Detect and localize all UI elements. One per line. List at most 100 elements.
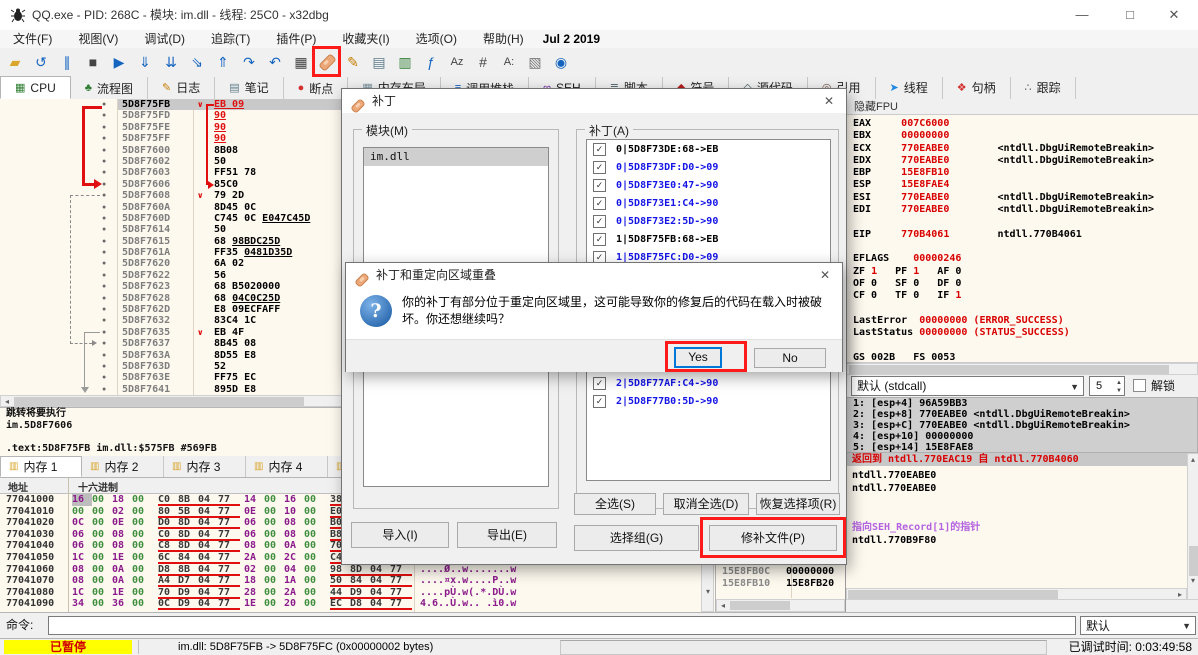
function-icon[interactable]: ƒ <box>419 50 443 74</box>
argument-row[interactable]: 2: [esp+8] 770EABE0 <ntdll.DbgUiRemoteBr… <box>847 409 1197 420</box>
close-button[interactable]: ✕ <box>1154 0 1194 30</box>
calling-convention-select[interactable]: 默认 (stdcall) ▼ <box>851 376 1084 396</box>
register-row[interactable]: OF 0 SF 0 DF 0 <box>846 278 1198 290</box>
patch-list-item[interactable]: ✓0|5D8F73DF:D0->09 <box>587 158 830 176</box>
breakpoint-dot[interactable]: ● <box>102 179 106 190</box>
breakpoint-dot[interactable]: ● <box>102 190 106 201</box>
register-row[interactable] <box>846 302 1198 314</box>
info-vscrollbar[interactable]: ▴ ▾ <box>1187 453 1198 600</box>
breakpoint-dot[interactable]: ● <box>102 202 106 213</box>
patch-checkbox[interactable]: ✓ <box>593 179 606 192</box>
menu-item-help[interactable]: 帮助(H) <box>470 30 537 48</box>
stack-row[interactable]: 15E8FB0C00000000 <box>722 566 842 578</box>
breakpoint-dot[interactable]: ● <box>102 384 106 395</box>
stack-row[interactable]: 15E8FB1015E8FB20 <box>722 578 842 590</box>
breakpoint-dot[interactable]: ● <box>102 213 106 224</box>
breakpoint-dot[interactable]: ● <box>102 167 106 178</box>
hash-icon[interactable]: # <box>471 50 495 74</box>
patch-list-item[interactable]: ✓0|5D8F73DE:68->EB <box>587 140 830 158</box>
run-to-user-code-icon[interactable]: ↷ <box>237 50 261 74</box>
register-row[interactable] <box>846 216 1198 228</box>
register-row[interactable]: EDI 770EABE0 <ntdll.DbgUiRemoteBreakin> <box>846 204 1198 216</box>
breakpoint-dot[interactable]: ● <box>102 327 106 338</box>
breakpoint-dot[interactable]: ● <box>102 315 106 326</box>
register-row[interactable] <box>846 241 1198 253</box>
restart-icon[interactable]: ↺ <box>29 50 53 74</box>
select-group-button[interactable]: 选择组(G) <box>574 525 699 551</box>
breakpoint-dot[interactable]: ● <box>102 236 106 247</box>
breakpoint-dot[interactable]: ● <box>102 110 106 121</box>
menu-item-view[interactable]: 视图(V) <box>65 30 131 48</box>
confirm-dialog-titlebar[interactable]: 补丁和重定向区域重叠 ✕ <box>346 263 842 287</box>
command-profile-select[interactable]: 默认 ▼ <box>1080 616 1196 635</box>
register-row[interactable]: ESI 770EABE0 <ntdll.DbgUiRemoteBreakin> <box>846 192 1198 204</box>
menu-item-debug[interactable]: 调试(D) <box>131 30 198 48</box>
breakpoint-dot[interactable]: ● <box>102 258 106 269</box>
menu-item-trace[interactable]: 追踪(T) <box>198 30 263 48</box>
module-list-item[interactable]: im.dll <box>364 148 548 166</box>
register-row[interactable]: EDX 770EABE0 <ntdll.DbgUiRemoteBreakin> <box>846 155 1198 167</box>
breakpoint-dot[interactable]: ● <box>102 372 106 383</box>
tab-threads[interactable]: ➤线程 <box>876 77 943 99</box>
breakpoint-dot[interactable]: ● <box>102 122 106 133</box>
minimize-button[interactable]: — <box>1062 0 1102 30</box>
tab-graph[interactable]: ♣流程图 <box>71 77 148 99</box>
patch-list-item[interactable]: ✓0|5D8F73E0:47->90 <box>587 176 830 194</box>
export-button[interactable]: 导出(E) <box>457 522 557 548</box>
hide-fpu-button[interactable]: 隐藏FPU <box>846 99 1198 115</box>
patch-list-item[interactable]: ✓2|5D8F77B0:5D->90 <box>587 392 830 410</box>
tab-trace[interactable]: ∴跟踪 <box>1011 77 1076 99</box>
binary-save-icon[interactable]: ▥ <box>393 50 417 74</box>
return-to-line[interactable]: 返回到 ntdll.770EAC19 自 ntdll.770B4060 <box>846 453 1187 466</box>
register-row[interactable]: EIP 770B4061 ntdll.770B4061 <box>846 229 1198 241</box>
tab-handles[interactable]: ❖句柄 <box>943 77 1011 99</box>
argument-row[interactable]: 1: [esp+4] 96A59BB3 <box>847 398 1197 409</box>
execute-till-return-icon[interactable]: ⇑ <box>211 50 235 74</box>
menu-item-options[interactable]: 选项(O) <box>403 30 470 48</box>
breakpoint-dot[interactable]: ● <box>102 270 106 281</box>
patch-list-item[interactable]: ✓2|5D8F77AF:C4->90 <box>587 374 830 392</box>
registers-hscrollbar[interactable] <box>846 363 1198 375</box>
az-sort-icon[interactable]: Az <box>445 50 469 74</box>
breakpoint-dot[interactable]: ● <box>102 224 106 235</box>
stack-hscrollbar[interactable]: ◂ <box>716 599 845 612</box>
patch-checkbox[interactable]: ✓ <box>593 395 606 408</box>
stop-icon[interactable]: ■ <box>81 50 105 74</box>
close-icon[interactable]: ✕ <box>808 263 842 287</box>
memory-tab-3[interactable]: ▥内存 3 <box>164 456 246 477</box>
argument-row[interactable]: 3: [esp+C] 770EABE0 <ntdll.DbgUiRemoteBr… <box>847 420 1197 431</box>
font-icon[interactable]: A: <box>497 50 521 74</box>
patch-dialog-titlebar[interactable]: 补丁 ✕ <box>342 89 846 113</box>
tab-notes[interactable]: ▤笔记 <box>215 77 283 99</box>
import-button[interactable]: 导入(I) <box>351 522 449 548</box>
registers-view[interactable]: EAX 007C6000EBX 00000000ECX 770EABE0 <nt… <box>846 115 1198 363</box>
pause-icon[interactable]: ∥ <box>55 50 79 74</box>
tab-log[interactable]: ✎日志 <box>148 77 215 99</box>
register-row[interactable]: ZF 1 PF 1 AF 0 <box>846 266 1198 278</box>
deselect-all-button[interactable]: 取消全选(D) <box>663 493 749 515</box>
register-row[interactable]: EFLAGS 00000246 <box>846 253 1198 265</box>
memory-tab-1[interactable]: ▥内存 1 <box>0 456 82 477</box>
patch-checkbox[interactable]: ✓ <box>593 215 606 228</box>
no-button[interactable]: No <box>754 348 826 368</box>
patch-checkbox[interactable]: ✓ <box>593 377 606 390</box>
tab-cpu[interactable]: ▦CPU <box>0 76 71 99</box>
breakpoint-dot[interactable]: ● <box>102 247 106 258</box>
memory-tab-2[interactable]: ▥内存 2 <box>82 456 164 477</box>
patch-checkbox[interactable]: ✓ <box>593 161 606 174</box>
patch-checkbox[interactable]: ✓ <box>593 197 606 210</box>
patch-list-item[interactable]: ✓1|5D8F75FB:68->EB <box>587 230 830 248</box>
restore-selection-button[interactable]: 恢复选择项(R) <box>756 493 840 515</box>
memory-tab-4[interactable]: ▥内存 4 <box>246 456 328 477</box>
label-icon[interactable]: ▤ <box>367 50 391 74</box>
step-into-icon[interactable]: ⇓ <box>133 50 157 74</box>
comment-icon[interactable]: ✎ <box>341 50 365 74</box>
patch-list-item[interactable]: ✓0|5D8F73E1:C4->90 <box>587 194 830 212</box>
breakpoint-dot[interactable]: ● <box>102 133 106 144</box>
step-over-icon[interactable]: ⇘ <box>185 50 209 74</box>
dump-row[interactable]: 7704107008000A00A4D7047718001A0050840477… <box>0 575 727 587</box>
breakpoint-dot[interactable]: ● <box>102 145 106 156</box>
register-row[interactable]: ECX 770EABE0 <ntdll.DbgUiRemoteBreakin> <box>846 143 1198 155</box>
select-all-button[interactable]: 全选(S) <box>574 493 656 515</box>
arguments-view[interactable]: 1: [esp+4] 96A59BB32: [esp+8] 770EABE0 <… <box>846 397 1198 453</box>
